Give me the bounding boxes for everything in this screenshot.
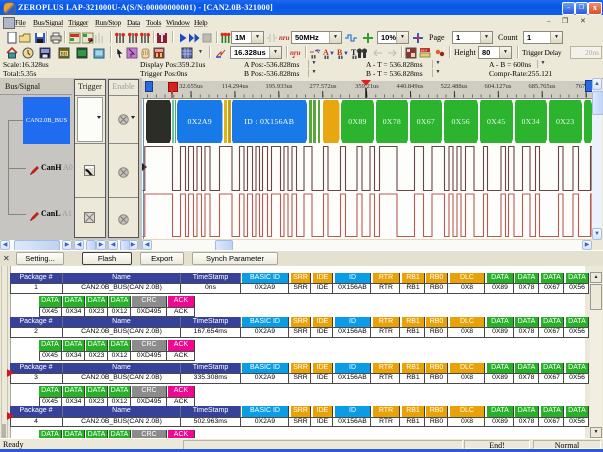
svg-text:nru: nru [290, 49, 301, 57]
svg-text:nru: nru [279, 34, 290, 42]
svg-text:BUS: BUS [421, 49, 428, 53]
svg-text:BB: BB [61, 53, 68, 58]
svg-text:▼: ▼ [343, 51, 349, 57]
svg-text:▼: ▼ [329, 51, 335, 57]
